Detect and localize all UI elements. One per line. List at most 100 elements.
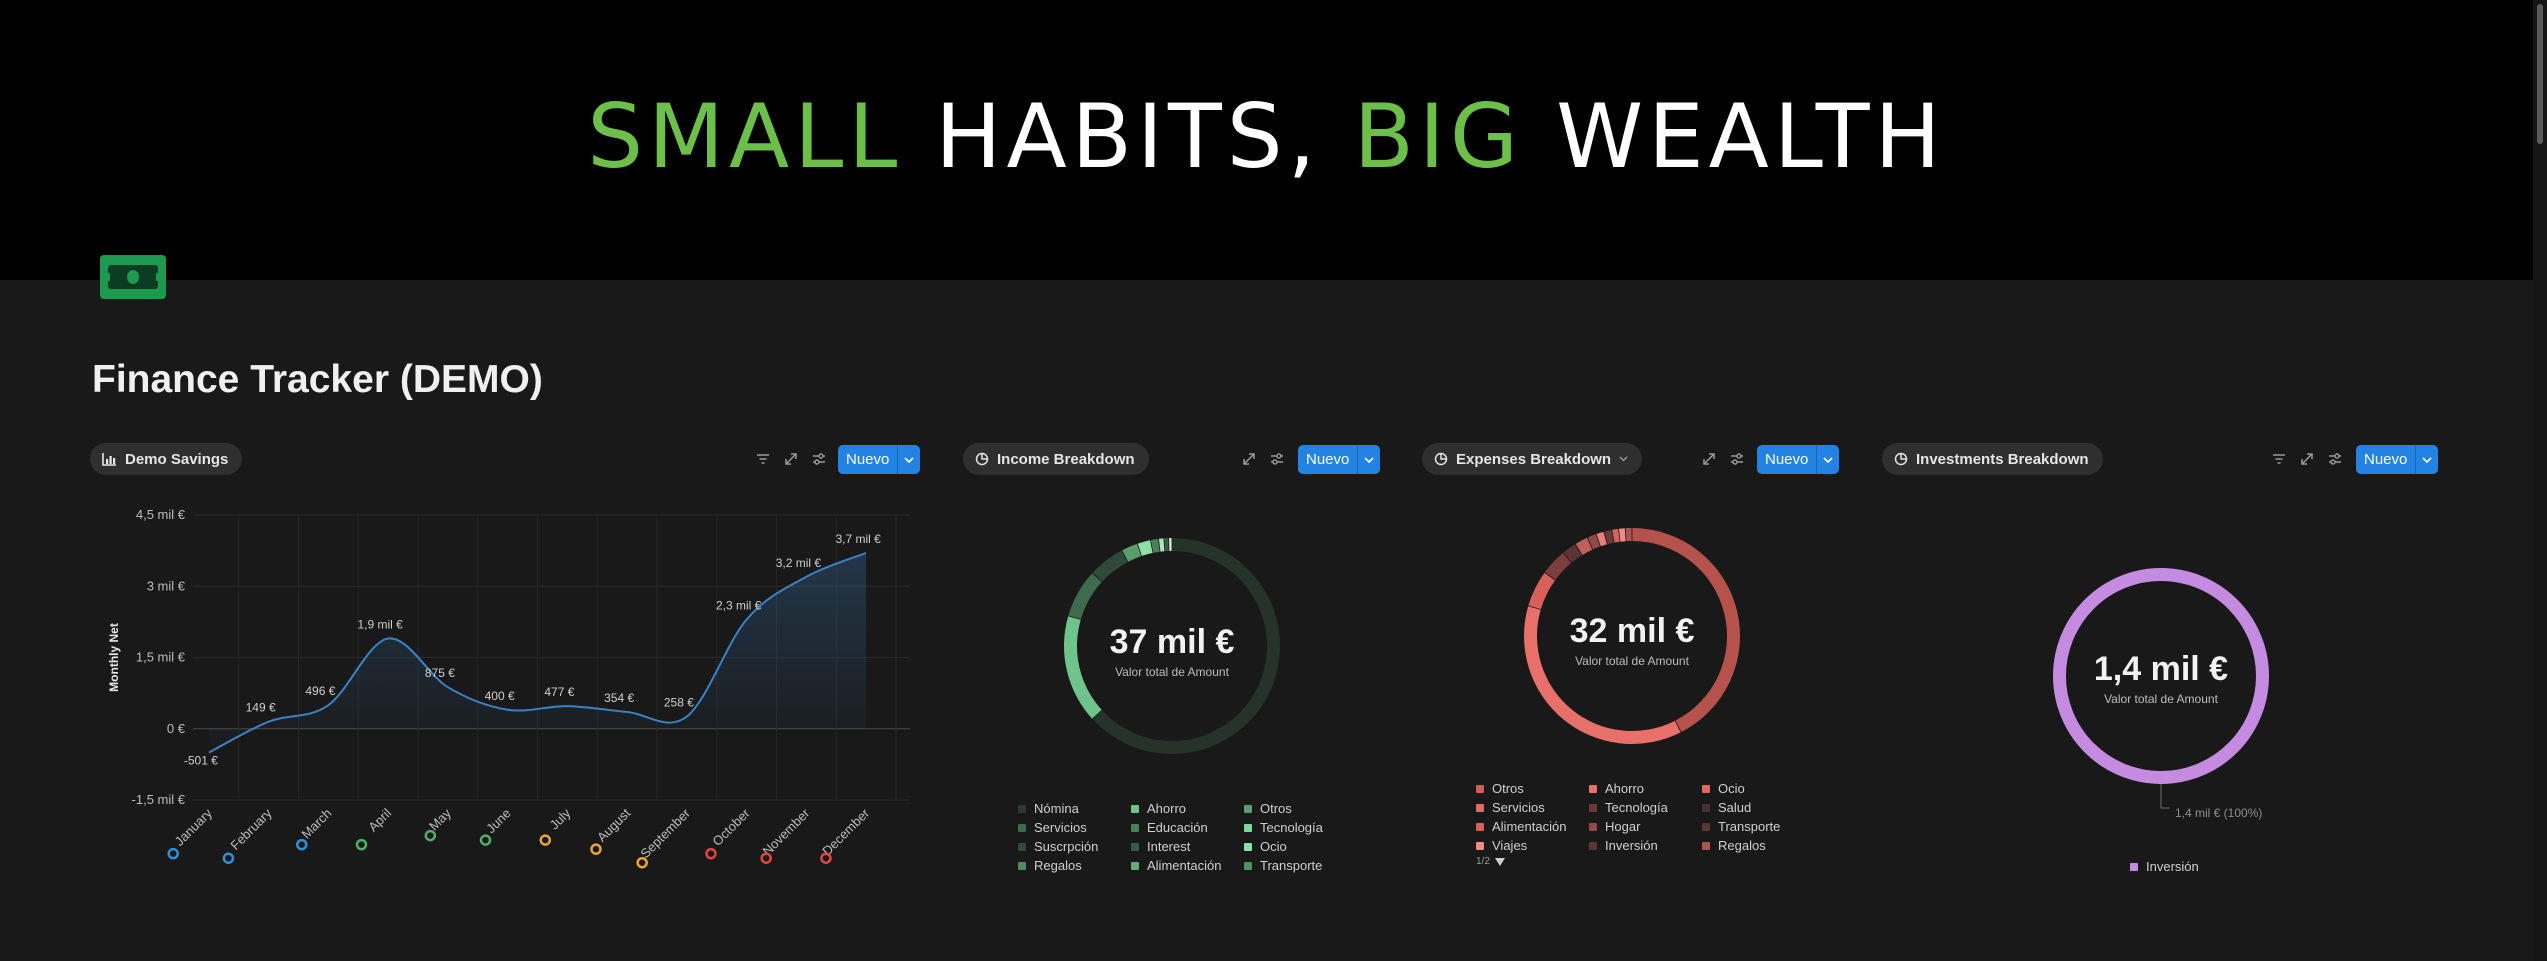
legend-item[interactable]: Tecnología — [1589, 800, 1668, 815]
slogan-word: SMALL — [587, 85, 903, 188]
legend-item[interactable]: Viajes — [1476, 838, 1527, 853]
legend-item[interactable]: Inversión — [1589, 838, 1658, 853]
data-label: 3,2 mil € — [776, 556, 822, 570]
pager-down-icon[interactable] — [1494, 857, 1506, 867]
legend-label: Salud — [1718, 800, 1752, 815]
slogan-word: BIG — [1353, 85, 1524, 188]
new-button[interactable]: Nuevo — [838, 445, 921, 474]
legend-label: Inversión — [1605, 838, 1658, 853]
legend-item[interactable]: Regalos — [1702, 838, 1766, 853]
legend-item[interactable]: Educación — [1131, 820, 1208, 835]
legend-item[interactable]: Salud — [1702, 800, 1751, 815]
scrollbar-thumb[interactable] — [2537, 4, 2543, 144]
legend-label: Tecnología — [1260, 820, 1323, 835]
x-tick-marker — [424, 829, 437, 842]
legend-swatch — [1131, 842, 1139, 851]
new-button-label[interactable]: Nuevo — [1298, 445, 1358, 474]
legend-item[interactable]: Ahorro — [1131, 801, 1186, 816]
expand-icon[interactable] — [1700, 450, 1718, 468]
tab-expenses-breakdown[interactable]: Expenses Breakdown — [1422, 443, 1643, 475]
settings-sliders-icon[interactable] — [810, 450, 828, 468]
legend-label: Regalos — [1034, 858, 1082, 873]
new-button[interactable]: Nuevo — [2356, 445, 2439, 474]
legend-item[interactable]: Ocio — [1244, 839, 1287, 854]
donut-slice — [1092, 550, 1128, 582]
y-tick-label: 0 € — [167, 721, 186, 736]
settings-sliders-icon[interactable] — [2326, 450, 2344, 468]
legend-swatch — [1131, 804, 1139, 813]
legend-page-indicator: 1/2 — [1476, 856, 1490, 867]
tab-income-breakdown[interactable]: Income Breakdown — [963, 443, 1149, 475]
chevron-down-icon[interactable] — [897, 445, 921, 474]
donut-slice — [1164, 538, 1169, 552]
tab-investments-breakdown[interactable]: Investments Breakdown — [1882, 443, 2103, 475]
legend-item[interactable]: Transporte — [1244, 858, 1322, 873]
new-button[interactable]: Nuevo — [1757, 445, 1840, 474]
data-label: 3,7 mil € — [835, 532, 881, 546]
legend-item[interactable]: Interest — [1131, 839, 1190, 854]
data-label: 354 € — [604, 691, 634, 705]
legend-item[interactable]: Otros — [1476, 781, 1524, 796]
legend-item[interactable]: Otros — [1244, 801, 1292, 816]
legend-item[interactable]: Transporte — [1702, 819, 1780, 834]
legend-label: Alimentación — [1147, 858, 1222, 873]
settings-sliders-icon[interactable] — [1268, 450, 1286, 468]
legend-item[interactable]: Alimentación — [1131, 858, 1221, 873]
new-button-label[interactable]: Nuevo — [1757, 445, 1817, 474]
legend-label: Tecnología — [1605, 800, 1668, 815]
chevron-down-icon[interactable] — [1816, 445, 1840, 474]
legend-item[interactable]: Servicios — [1018, 820, 1087, 835]
legend-swatch — [1244, 804, 1252, 813]
legend-item[interactable]: Regalos — [1018, 858, 1082, 873]
pie-chart-icon — [975, 452, 989, 466]
legend-swatch — [1476, 784, 1484, 793]
x-tick-label: May — [426, 805, 454, 833]
legend-item[interactable]: Tecnología — [1244, 820, 1323, 835]
new-button[interactable]: Nuevo — [1298, 445, 1381, 474]
filter-icon[interactable] — [754, 450, 772, 468]
donut-slice — [1625, 528, 1632, 542]
expand-icon[interactable] — [2298, 450, 2316, 468]
legend-item[interactable]: Suscrpción — [1018, 839, 1098, 854]
data-label: 1,9 mil € — [357, 618, 403, 632]
expand-icon[interactable] — [1240, 450, 1258, 468]
legend-item[interactable]: Alimentación — [1476, 819, 1566, 834]
donut-slice — [1618, 528, 1626, 542]
investments-slice-label: 1,4 mil € (100%) — [2175, 806, 2263, 820]
chevron-down-icon[interactable] — [2415, 445, 2439, 474]
legend-swatch — [1702, 822, 1710, 831]
page-scrollbar[interactable] — [2533, 0, 2547, 961]
new-button-label[interactable]: Nuevo — [838, 445, 898, 474]
income-total: 37 mil € Valor total de Amount — [1072, 623, 1272, 679]
new-button-label[interactable]: Nuevo — [2356, 445, 2416, 474]
money-icon[interactable] — [100, 255, 166, 299]
legend-pager[interactable]: 1/2 — [1476, 856, 1506, 867]
legend-label: Regalos — [1718, 838, 1766, 853]
legend-item[interactable]: Ocio — [1702, 781, 1745, 796]
y-tick-label: -1,5 mil € — [132, 792, 186, 807]
expand-icon[interactable] — [782, 450, 800, 468]
chevron-down-icon[interactable] — [1357, 445, 1381, 474]
filter-icon[interactable] — [2270, 450, 2288, 468]
x-tick-label: January — [172, 805, 216, 849]
bar-chart-icon — [102, 453, 116, 466]
expenses-total-value: 32 mil € — [1569, 612, 1695, 650]
legend-label: Viajes — [1492, 838, 1528, 853]
legend-item[interactable]: Inversión — [2130, 859, 2199, 874]
tab-demo-savings[interactable]: Demo Savings — [90, 443, 243, 475]
legend-item[interactable]: Nómina — [1018, 801, 1079, 816]
slogan-word: HABITS, — [935, 85, 1321, 188]
x-tick-marker — [705, 847, 717, 860]
legend-swatch — [1476, 841, 1484, 850]
y-tick-label: 4,5 mil € — [136, 507, 186, 522]
legend-item[interactable]: Hogar — [1589, 819, 1640, 834]
legend-item[interactable]: Servicios — [1476, 800, 1545, 815]
legend-label: Transporte — [1718, 819, 1781, 834]
pie-chart-icon — [1434, 452, 1448, 466]
tab-label: Demo Savings — [125, 450, 229, 468]
x-tick-marker — [222, 852, 235, 864]
legend-item[interactable]: Ahorro — [1589, 781, 1644, 796]
settings-sliders-icon[interactable] — [1728, 450, 1746, 468]
x-tick-marker — [167, 847, 179, 860]
income-total-label: Valor total de Amount — [1115, 665, 1229, 679]
